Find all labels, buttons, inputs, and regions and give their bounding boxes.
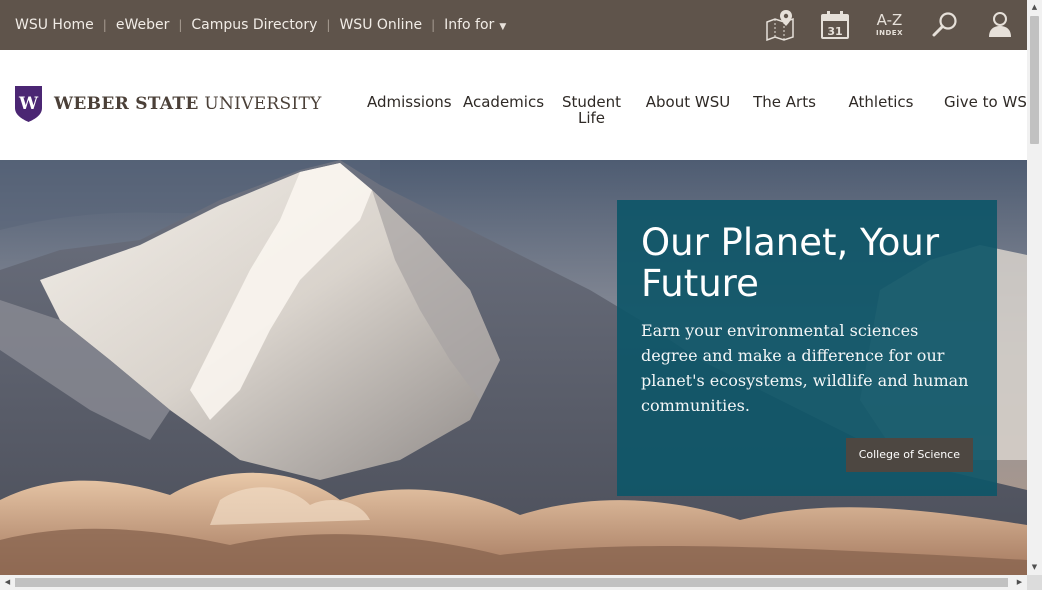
separator: | — [102, 18, 107, 32]
utility-bar: WSU Home | eWeber | Campus Directory | W… — [0, 0, 1027, 50]
info-for-dropdown[interactable]: Info for ▼ — [444, 17, 506, 33]
vertical-scrollbar[interactable]: ▲ ▼ — [1027, 0, 1042, 575]
nav-about-wsu[interactable]: About WSU — [635, 94, 741, 126]
chevron-down-icon: ▼ — [499, 22, 507, 32]
utility-icons: 31 A-Z INDEX — [752, 0, 1027, 50]
nav-athletics[interactable]: Athletics — [828, 94, 934, 126]
user-login-button[interactable] — [972, 0, 1027, 50]
campus-directory-link[interactable]: Campus Directory — [191, 17, 317, 33]
search-icon — [932, 12, 957, 37]
user-icon — [988, 12, 1011, 37]
separator: | — [178, 18, 183, 32]
site-header: W WEBER STATE UNIVERSITY Admissions Acad… — [0, 50, 1038, 160]
promo-panel: Our Planet, Your Future Earn your enviro… — [617, 200, 997, 496]
az-index-icon: A-Z INDEX — [876, 13, 903, 37]
eweber-link[interactable]: eWeber — [116, 17, 170, 33]
calendar-icon: 31 — [820, 11, 849, 39]
utility-links: WSU Home | eWeber | Campus Directory | W… — [0, 0, 506, 50]
scrollbar-corner — [1027, 575, 1042, 590]
horizontal-scrollbar[interactable]: ◀ ▶ — [0, 575, 1027, 590]
campus-map-button[interactable] — [752, 0, 807, 50]
search-button[interactable] — [917, 0, 972, 50]
nav-student-life[interactable]: Student Life — [548, 94, 635, 126]
az-label: A-Z — [876, 11, 903, 29]
az-index-button[interactable]: A-Z INDEX — [862, 0, 917, 50]
wsu-online-link[interactable]: WSU Online — [339, 17, 422, 33]
horizontal-scroll-thumb[interactable] — [15, 578, 1008, 587]
nav-the-arts[interactable]: The Arts — [741, 94, 828, 126]
info-for-label: Info for — [444, 17, 495, 33]
college-of-science-button[interactable]: College of Science — [845, 438, 973, 472]
promo-title: Our Planet, Your Future — [641, 221, 940, 305]
logo-letter: W — [18, 94, 39, 114]
logo-wordmark-regular: UNIVERSITY — [204, 94, 322, 114]
scroll-up-icon[interactable]: ▲ — [1027, 0, 1042, 15]
calendar-day: 31 — [827, 25, 842, 38]
logo-wordmark: WEBER STATE UNIVERSITY — [54, 94, 322, 114]
scroll-down-icon[interactable]: ▼ — [1027, 560, 1042, 575]
scroll-left-icon[interactable]: ◀ — [0, 575, 15, 590]
logo-wordmark-bold: WEBER STATE — [54, 94, 199, 114]
calendar-button[interactable]: 31 — [807, 0, 862, 50]
map-pin-icon — [765, 10, 794, 41]
separator: | — [326, 18, 331, 32]
vertical-scroll-thumb[interactable] — [1030, 16, 1039, 144]
separator: | — [431, 18, 436, 32]
main-nav: Admissions Academics Student Life About … — [357, 94, 1038, 126]
nav-give-to-wsu[interactable]: Give to WSU — [934, 94, 1038, 126]
wsu-home-link[interactable]: WSU Home — [15, 17, 94, 33]
nav-admissions[interactable]: Admissions — [357, 94, 453, 126]
nav-academics[interactable]: Academics — [453, 94, 548, 126]
index-label: INDEX — [876, 29, 903, 37]
promo-description: Earn your environmental sciences degree … — [641, 321, 969, 415]
wsu-logo[interactable]: W WEBER STATE UNIVERSITY — [15, 86, 322, 122]
shield-logo-icon: W — [15, 86, 42, 122]
scroll-right-icon[interactable]: ▶ — [1012, 575, 1027, 590]
hero-banner: Our Planet, Your Future Earn your enviro… — [0, 160, 1027, 575]
